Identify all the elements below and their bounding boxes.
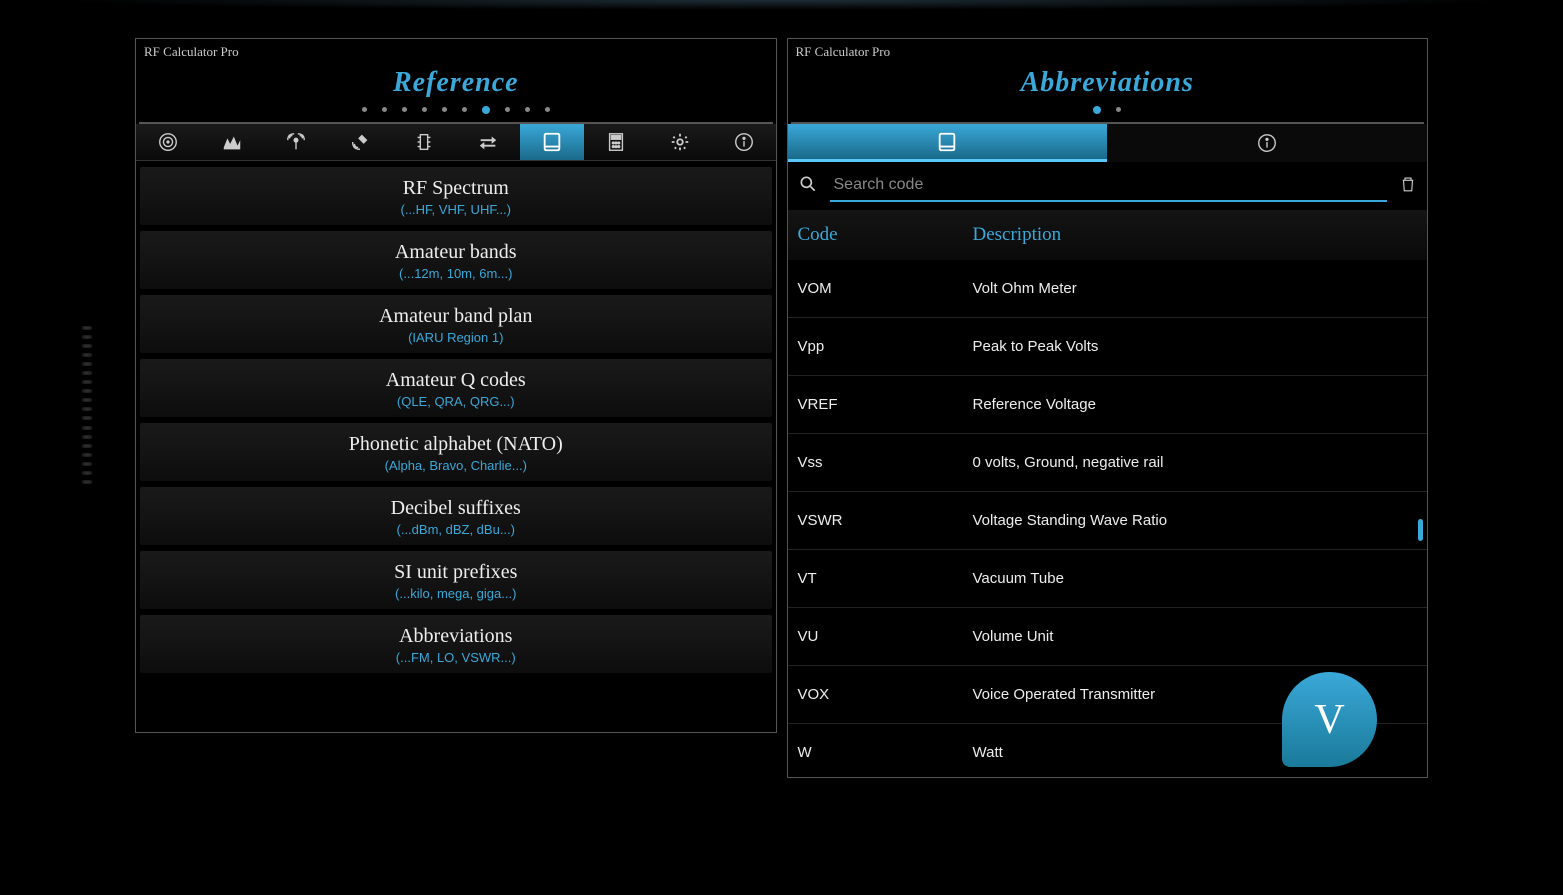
- page-dot[interactable]: [525, 107, 530, 112]
- tab-convert-icon[interactable]: [456, 124, 520, 160]
- cell-code: VT: [798, 570, 973, 587]
- table-row[interactable]: VTVacuum Tube: [788, 550, 1428, 608]
- tab-list-icon[interactable]: [788, 124, 1108, 162]
- reference-item-subtitle: (QLE, QRA, QRG...): [140, 394, 772, 409]
- page-dot[interactable]: [402, 107, 407, 112]
- reference-item[interactable]: Decibel suffixes (...dBm, dBZ, dBu...): [140, 487, 772, 545]
- reference-item[interactable]: RF Spectrum (...HF, VHF, UHF...): [140, 167, 772, 225]
- page-dot[interactable]: [1093, 106, 1101, 114]
- tab-info-icon[interactable]: [1107, 124, 1427, 162]
- table-row[interactable]: VUVolume Unit: [788, 608, 1428, 666]
- tab-path-icon[interactable]: [200, 124, 264, 160]
- clear-icon[interactable]: [1399, 174, 1417, 199]
- reference-item-title: Amateur band plan: [140, 305, 772, 328]
- cell-code: VOM: [798, 280, 973, 297]
- page-dot[interactable]: [362, 107, 367, 112]
- table-row[interactable]: VREFReference Voltage: [788, 376, 1428, 434]
- page-indicator: [136, 103, 776, 122]
- page-dot[interactable]: [382, 107, 387, 112]
- cell-description: Volume Unit: [973, 628, 1418, 645]
- table-row[interactable]: VSWRVoltage Standing Wave Ratio: [788, 492, 1428, 550]
- reference-item[interactable]: Amateur Q codes (QLE, QRA, QRG...): [140, 359, 772, 417]
- cell-code: Vpp: [798, 338, 973, 355]
- tab-calculator-icon[interactable]: [584, 124, 648, 160]
- toolbar: [136, 124, 776, 161]
- header-description: Description: [973, 224, 1418, 246]
- reference-item-subtitle: (Alpha, Bravo, Charlie...): [140, 458, 772, 473]
- reference-item[interactable]: Amateur band plan (IARU Region 1): [140, 295, 772, 353]
- app-title: RF Calculator Pro: [788, 39, 1428, 65]
- reference-item-subtitle: (...kilo, mega, giga...): [140, 586, 772, 601]
- reference-item-title: Amateur Q codes: [140, 369, 772, 392]
- cell-description: Peak to Peak Volts: [973, 338, 1418, 355]
- cell-description: Reference Voltage: [973, 396, 1418, 413]
- reference-item[interactable]: Amateur bands (...12m, 10m, 6m...): [140, 231, 772, 289]
- screen-title: Reference: [136, 65, 776, 103]
- reference-panel: RF Calculator Pro Reference RF Spectrum (…: [135, 38, 777, 733]
- reference-item-subtitle: (...FM, LO, VSWR...): [140, 650, 772, 665]
- abbreviations-table[interactable]: VOMVolt Ohm MeterVppPeak to Peak VoltsVR…: [788, 260, 1428, 777]
- reference-item-title: SI unit prefixes: [140, 561, 772, 584]
- tab-reference-icon[interactable]: [520, 124, 584, 160]
- page-dot[interactable]: [462, 107, 467, 112]
- table-row[interactable]: Vss0 volts, Ground, negative rail: [788, 434, 1428, 492]
- tab-component-icon[interactable]: [392, 124, 456, 160]
- cell-description: Voltage Standing Wave Ratio: [973, 512, 1418, 529]
- reference-item[interactable]: Phonetic alphabet (NATO) (Alpha, Bravo, C…: [140, 423, 772, 481]
- reference-item-title: Decibel suffixes: [140, 497, 772, 520]
- tab-antenna-icon[interactable]: [264, 124, 328, 160]
- reference-item-title: Phonetic alphabet (NATO): [140, 433, 772, 456]
- reference-item-title: Abbreviations: [140, 625, 772, 648]
- reference-item[interactable]: SI unit prefixes (...kilo, mega, giga...): [140, 551, 772, 609]
- page-dot[interactable]: [505, 107, 510, 112]
- table-header: Code Description: [788, 210, 1428, 260]
- cell-description: 0 volts, Ground, negative rail: [973, 454, 1418, 471]
- cell-code: VOX: [798, 686, 973, 703]
- cell-code: VREF: [798, 396, 973, 413]
- page-dot[interactable]: [482, 106, 490, 114]
- header-code: Code: [798, 224, 973, 246]
- reference-list[interactable]: RF Spectrum (...HF, VHF, UHF...) Amateur b…: [136, 161, 776, 732]
- alpha-index-badge: V: [1282, 672, 1377, 767]
- page-dot[interactable]: [442, 107, 447, 112]
- reference-item-subtitle: (...HF, VHF, UHF...): [140, 202, 772, 217]
- tab-settings-icon[interactable]: [648, 124, 712, 160]
- cell-code: VU: [798, 628, 973, 645]
- search-icon: [798, 174, 818, 199]
- reference-item-subtitle: (...12m, 10m, 6m...): [140, 266, 772, 281]
- scroll-thumb[interactable]: [1418, 519, 1423, 541]
- search-row: [788, 162, 1428, 210]
- cell-code: Vss: [798, 454, 973, 471]
- reference-item[interactable]: Abbreviations (...FM, LO, VSWR...): [140, 615, 772, 673]
- device-speaker: [82, 320, 94, 490]
- cell-description: Vacuum Tube: [973, 570, 1418, 587]
- page-dot[interactable]: [1116, 107, 1121, 112]
- cell-code: VSWR: [798, 512, 973, 529]
- table-row[interactable]: VppPeak to Peak Volts: [788, 318, 1428, 376]
- tabs: [788, 124, 1428, 162]
- abbreviations-panel: RF Calculator Pro Abbreviations Code Des…: [787, 38, 1429, 778]
- table-row[interactable]: VOMVolt Ohm Meter: [788, 260, 1428, 318]
- cell-description: Volt Ohm Meter: [973, 280, 1418, 297]
- cell-code: W: [798, 744, 973, 761]
- tab-satellite-icon[interactable]: [328, 124, 392, 160]
- tab-info-icon[interactable]: [712, 124, 776, 160]
- tab-target-icon[interactable]: [136, 124, 200, 160]
- search-input[interactable]: [830, 170, 1388, 202]
- page-indicator: [788, 103, 1428, 122]
- page-dot[interactable]: [545, 107, 550, 112]
- app-title: RF Calculator Pro: [136, 39, 776, 65]
- reference-item-title: RF Spectrum: [140, 177, 772, 200]
- reference-item-title: Amateur bands: [140, 241, 772, 264]
- page-dot[interactable]: [422, 107, 427, 112]
- screen-title: Abbreviations: [788, 65, 1428, 103]
- reference-item-subtitle: (IARU Region 1): [140, 330, 772, 345]
- reference-item-subtitle: (...dBm, dBZ, dBu...): [140, 522, 772, 537]
